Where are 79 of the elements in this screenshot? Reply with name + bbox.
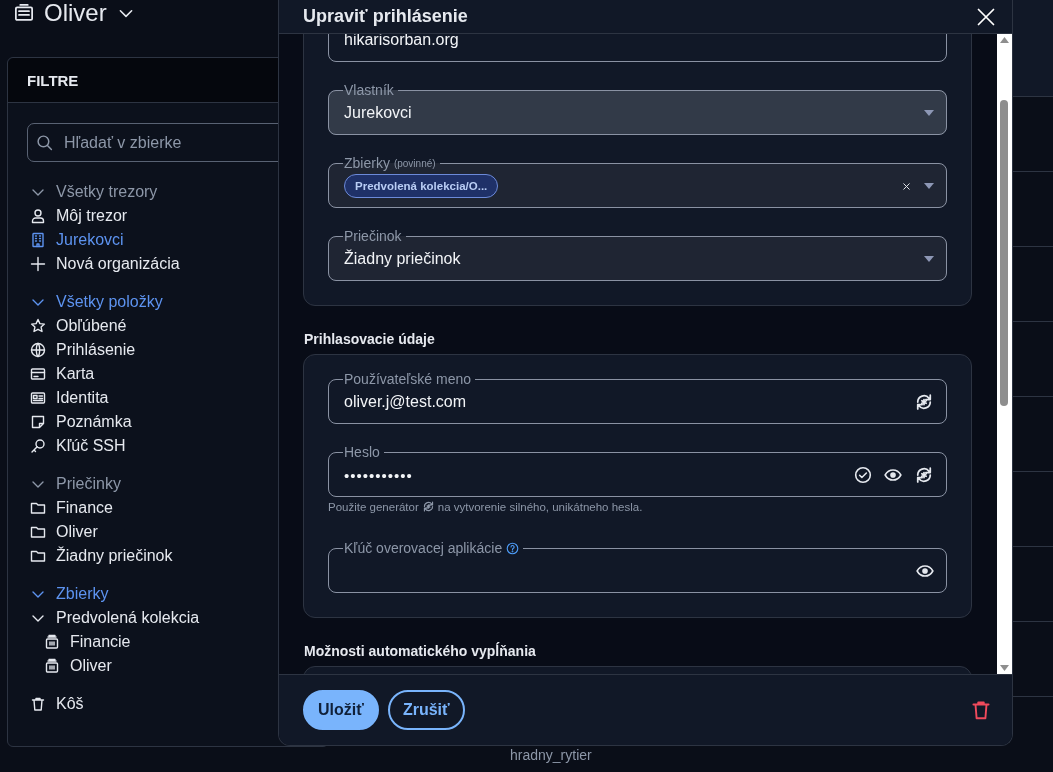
caret-icon [924,256,934,262]
cancel-button[interactable]: Zrušiť [387,690,465,730]
trash-icon [30,696,46,712]
sidebar-item[interactable]: Kľúč SSH [27,434,328,458]
plus-icon [30,256,46,272]
check-circle-icon [854,466,872,484]
scroll-up-icon[interactable] [1000,37,1009,43]
collection-icon [44,658,60,674]
list-item-text: hradny_rytier [510,747,592,763]
scroll-down-icon[interactable] [1000,665,1009,671]
key-icon [30,438,46,454]
show-password-button[interactable] [884,466,902,484]
folder-select[interactable]: Priečinok Žiadny priečinok [328,228,947,281]
authenticator-key-field[interactable]: Kľúč overovacej aplikácie [328,540,947,593]
sidebar-item[interactable]: Oliver [27,520,328,544]
close-button[interactable] [976,6,996,27]
globe-icon [30,342,46,358]
folder-icon [30,524,46,540]
field-label: Vlastník [343,82,395,98]
sidebar-item[interactable]: Poznámka [27,410,328,434]
field-label: Zbierky (povinné) [343,155,437,171]
section-heading: Prihlasovacie údaje [304,331,436,347]
hint-text: Použite generátor na vytvorenie silného, unikátneho hesla. [328,500,644,513]
refresh-icon [914,465,934,485]
generate-button[interactable] [914,465,934,485]
check-button[interactable] [854,466,872,484]
collection-chip[interactable]: Predvolená kolekcia/O... [344,174,499,198]
refresh-icon [914,392,934,412]
vault-icon [14,3,34,23]
sidebar-item[interactable]: Nová organizácia [27,252,328,276]
show-key-button[interactable] [916,562,934,580]
sidebar-item[interactable]: Žiadny priečinok [27,544,328,568]
search-icon [36,134,53,151]
password-field[interactable]: Heslo ••••••••••• [328,444,947,497]
sidebar-group[interactable]: Zbierky [27,582,328,606]
sidebar-item[interactable]: Identita [27,386,328,410]
sidebar-item[interactable]: Predvolená kolekcia [27,606,328,630]
field-label: Priečinok [343,228,403,244]
field-label: Heslo [343,444,381,460]
close-icon [976,6,996,27]
refresh-icon [421,500,435,513]
uri-field[interactable]: hikarisorban.org [328,34,947,62]
scrollbar[interactable] [997,34,1012,674]
clear-icon [901,180,912,192]
vault-title: Oliver [44,0,107,26]
trash-icon [970,699,992,721]
scrollbar-thumb[interactable] [1000,100,1008,406]
caret-icon [924,183,934,189]
collections-select[interactable]: Zbierky (povinné) Predvolená kolekcia/O... [328,155,947,208]
field-label: Používateľské meno [343,371,473,387]
panel-title: FILTRE [27,71,79,89]
folder-icon [30,548,46,564]
note-icon [30,414,46,430]
person-icon [30,208,46,224]
dialog-title: Upraviť prihlásenie [303,6,468,27]
sidebar-group[interactable]: Všetky trezory [27,180,328,204]
folder-icon [30,500,46,516]
username-field[interactable]: Používateľské meno oliver.j@test.com [328,371,947,424]
help-icon [506,541,520,555]
building-icon [30,232,46,248]
eye-icon [916,562,934,580]
caret-icon [924,110,934,116]
id-card-icon [30,390,46,406]
sidebar-item[interactable]: Finance [27,496,328,520]
section-heading: Možnosti automatického vypĺňania [304,643,537,659]
generate-button[interactable] [914,392,934,412]
field-label: Kľúč overovacej aplikácie [343,540,524,556]
sidebar-item[interactable]: Môj trezor [27,204,328,228]
collection-icon [44,634,60,650]
eye-icon [884,466,902,484]
sidebar-item[interactable]: Jurekovci [27,228,328,252]
sidebar-group[interactable]: Priečinky [27,472,328,496]
star-icon [30,318,46,334]
delete-button[interactable] [970,699,992,721]
card-icon [30,366,46,382]
save-button[interactable]: Uložiť [303,690,379,730]
owner-select[interactable]: Vlastník Jurekovci [328,82,947,135]
sidebar-group[interactable]: Všetky položky [27,290,328,314]
sidebar-item[interactable]: Karta [27,362,328,386]
